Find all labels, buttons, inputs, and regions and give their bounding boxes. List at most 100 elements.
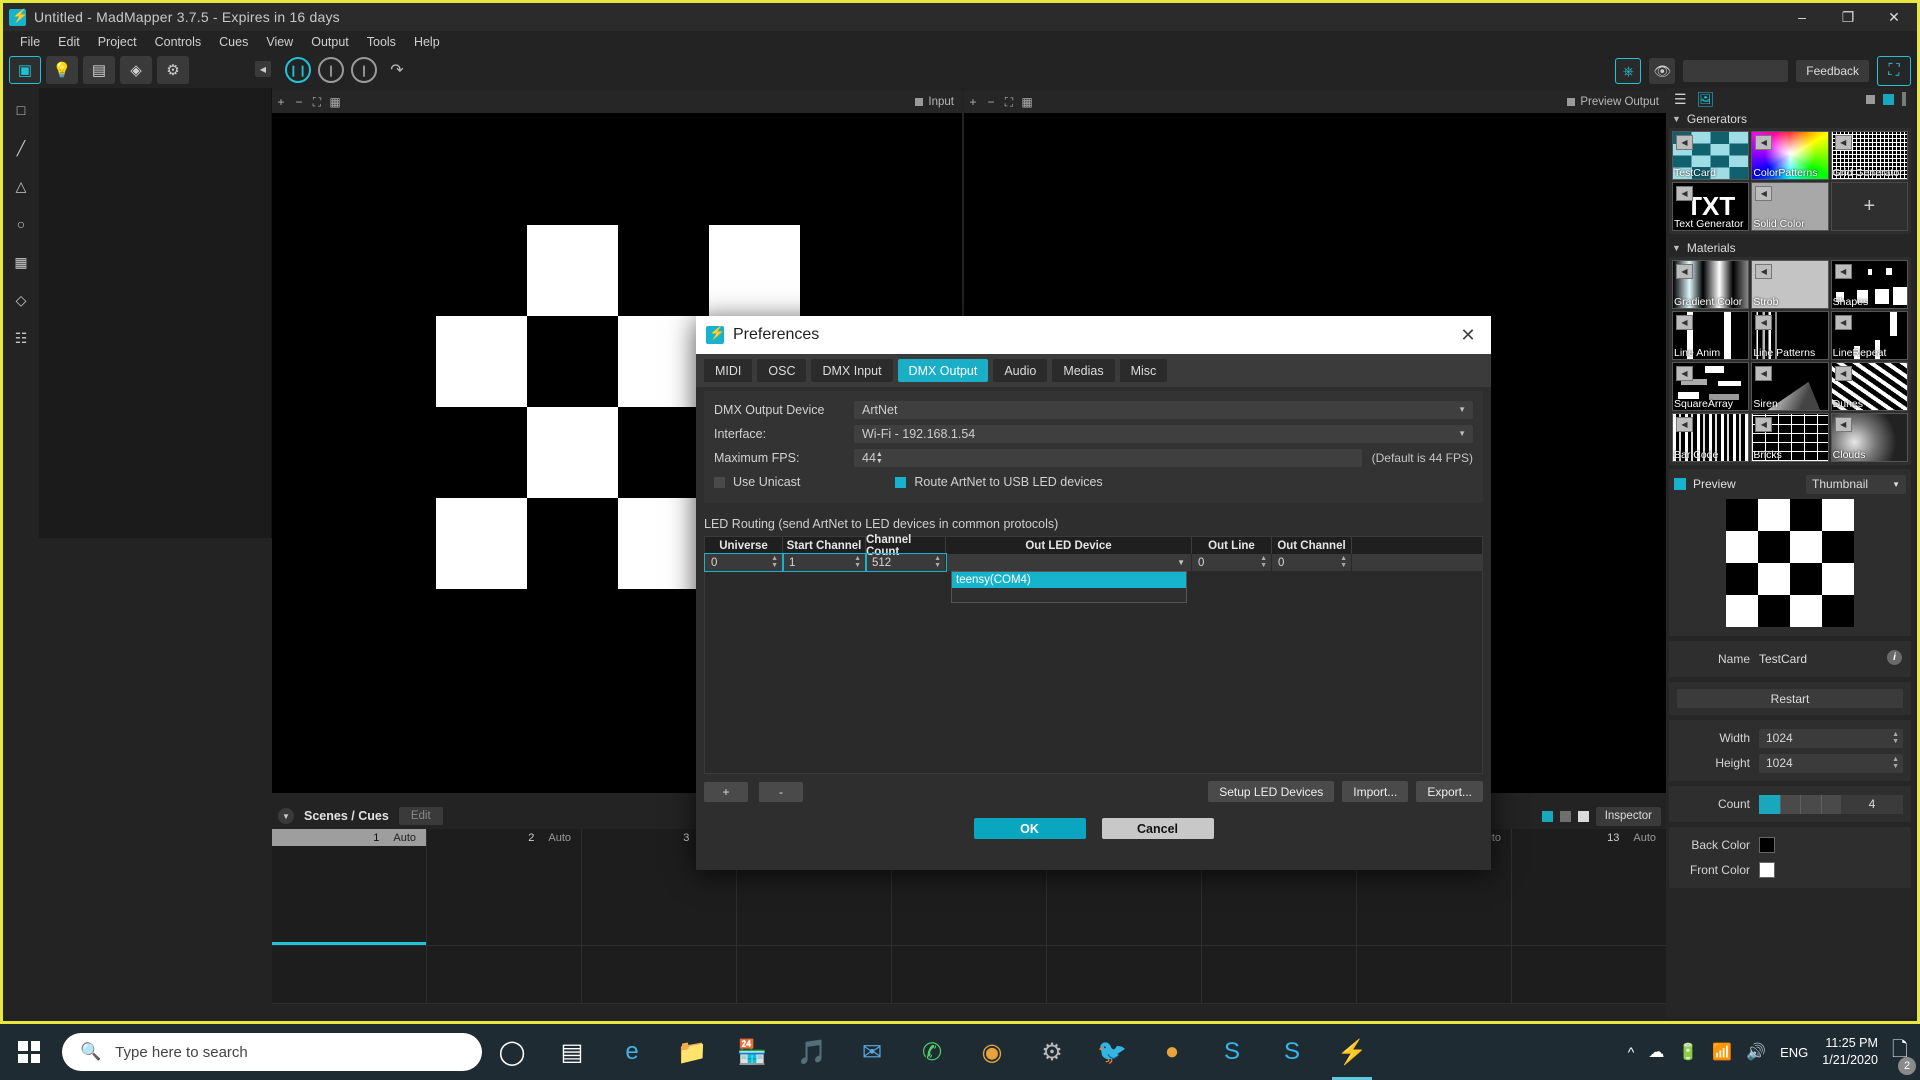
restart-button[interactable]: Restart: [1677, 689, 1903, 708]
snap-icon[interactable]: ⎈: [1615, 58, 1642, 84]
maximize-button[interactable]: ❐: [1825, 3, 1871, 31]
stepper-icon[interactable]: ▲ ▼: [771, 555, 778, 569]
minus-icon[interactable]: −: [290, 91, 308, 113]
play-icon[interactable]: ◀: [1676, 315, 1693, 330]
step-back-icon[interactable]: ❙: [318, 57, 344, 83]
cue-cell[interactable]: [582, 946, 737, 1004]
thumb-squarearray[interactable]: ◀ SquareArray: [1672, 362, 1750, 411]
select-tool-icon[interactable]: □: [9, 98, 33, 122]
stepper-icon[interactable]: ▲ ▼: [854, 555, 861, 569]
thumb-bar-code[interactable]: ◀ Bar Code: [1672, 413, 1750, 462]
feedback-button[interactable]: Feedback: [1796, 60, 1869, 82]
cue-cell[interactable]: [892, 946, 1047, 1004]
cue-cell[interactable]: [272, 846, 427, 946]
minimize-button[interactable]: –: [1779, 3, 1825, 31]
taskbar-search[interactable]: 🔍 Type here to search: [62, 1033, 482, 1071]
output-window-icon[interactable]: ⛶: [1877, 56, 1911, 86]
input-toggle-icon[interactable]: [915, 98, 924, 106]
thumb-gradient-color[interactable]: ◀ Gradient Color: [1672, 260, 1750, 309]
tab-medias[interactable]: Medias: [1052, 359, 1115, 382]
circle-tool-icon[interactable]: ○: [9, 212, 33, 236]
stepper-icon[interactable]: ▲ ▼: [934, 555, 941, 569]
fit-icon[interactable]: ⛶: [308, 91, 326, 113]
stepper-icon[interactable]: ▲ ▼: [1340, 555, 1347, 569]
close-button[interactable]: ✕: [1871, 3, 1917, 31]
play-icon[interactable]: ◀: [1834, 264, 1852, 279]
image-view-icon[interactable]: 🖼: [1697, 91, 1715, 108]
clock[interactable]: 11:25 PM 1/21/2020: [1822, 1035, 1878, 1069]
edit-button[interactable]: Edit: [398, 807, 443, 825]
cell-universe[interactable]: 0 ▲ ▼: [704, 553, 784, 572]
notifications-icon[interactable]: 🗋 2: [1892, 1035, 1916, 1075]
width-input[interactable]: 1024 ▲ ▼: [1759, 728, 1903, 748]
cue-cell[interactable]: [1357, 946, 1512, 1004]
battery-icon[interactable]: 🔋: [1678, 1042, 1698, 1062]
chevron-down-icon[interactable]: ▼: [278, 808, 294, 824]
settings-gear-icon[interactable]: ⚙: [1022, 1024, 1082, 1080]
tab-misc[interactable]: Misc: [1119, 359, 1168, 382]
small-thumb-icon[interactable]: [1866, 94, 1875, 104]
whatsapp-icon[interactable]: ✆: [902, 1024, 962, 1080]
dropdown-option-teensy[interactable]: teensy(COM4): [952, 572, 1186, 588]
interface-select[interactable]: Wi-Fi - 192.168.1.54 ▼: [854, 424, 1473, 443]
cue-cell[interactable]: [1512, 846, 1667, 946]
bird-app-icon[interactable]: 🐦: [1082, 1024, 1142, 1080]
settings-gear-icon[interactable]: ⚙: [157, 56, 189, 84]
cue-cell[interactable]: [272, 946, 427, 1004]
cue-cell[interactable]: [427, 846, 582, 946]
play-icon[interactable]: ◀: [1755, 315, 1773, 330]
eye-icon[interactable]: 👁: [1649, 58, 1676, 84]
step-forward-icon[interactable]: ❙: [351, 57, 377, 83]
menu-output[interactable]: Output: [302, 33, 358, 51]
chevron-down-icon[interactable]: ▼: [1177, 558, 1185, 567]
dmx-device-select[interactable]: ArtNet ▼: [854, 400, 1473, 419]
play-icon[interactable]: ◀: [1676, 264, 1693, 279]
mail-icon[interactable]: ✉: [842, 1024, 902, 1080]
thumb-line-anim[interactable]: ◀ Line Anim: [1672, 311, 1750, 360]
cell-out-channel[interactable]: 0 ▲ ▼: [1272, 554, 1352, 571]
play-icon[interactable]: ◀: [1676, 186, 1693, 201]
fixture-icon[interactable]: ▤: [83, 56, 115, 84]
chrome-icon[interactable]: ◉: [962, 1024, 1022, 1080]
thumb-dunes[interactable]: ◀ Dunes: [1830, 362, 1908, 411]
route-artnet-checkbox[interactable]: [895, 476, 907, 488]
microsoft-store-icon[interactable]: 🏪: [722, 1024, 782, 1080]
tab-dmx-input[interactable]: DMX Input: [811, 359, 893, 382]
cue-cell[interactable]: [1512, 946, 1667, 1004]
cancel-button[interactable]: Cancel: [1101, 818, 1214, 839]
menu-edit[interactable]: Edit: [49, 33, 89, 51]
menu-file[interactable]: File: [11, 33, 49, 51]
thumb-solid-color[interactable]: ◀ Solid Color: [1751, 182, 1829, 231]
thumb-shapes[interactable]: ◀ Shapes: [1830, 260, 1908, 309]
thumb-testcard[interactable]: ◀ TestCard: [1672, 131, 1750, 180]
play-icon[interactable]: ◀: [1755, 135, 1773, 150]
grid-icon[interactable]: ▦: [326, 91, 344, 113]
output-toggle-icon[interactable]: [1567, 98, 1576, 106]
volume-icon[interactable]: 🔊: [1746, 1042, 1766, 1062]
stepper-icon[interactable]: ▲ ▼: [876, 451, 883, 465]
thumb-grid-generator[interactable]: ◀ Grid Generator: [1830, 131, 1908, 180]
play-icon[interactable]: ◀: [1755, 264, 1773, 279]
materials-section-header[interactable]: ▼ Materials: [1666, 239, 1914, 257]
cue-color-white-icon[interactable]: [1577, 810, 1589, 822]
add-item-button[interactable]: +: [1830, 182, 1908, 231]
thumb-strob[interactable]: ◀ Strob: [1751, 260, 1829, 309]
tab-osc[interactable]: OSC: [757, 359, 807, 382]
play-icon[interactable]: ◀: [1834, 417, 1852, 432]
triangle-tool-icon[interactable]: △: [9, 174, 33, 198]
menu-cues[interactable]: Cues: [210, 33, 257, 51]
modules-icon[interactable]: ◈: [120, 56, 152, 84]
wifi-icon[interactable]: 📶: [1712, 1042, 1732, 1062]
light-icon[interactable]: 💡: [46, 56, 78, 84]
pause-icon[interactable]: ❙❙: [285, 57, 311, 83]
menu-view[interactable]: View: [257, 33, 302, 51]
menu-controls[interactable]: Controls: [146, 33, 211, 51]
cell-start-channel[interactable]: 1 ▲ ▼: [782, 553, 867, 572]
setup-led-devices-button[interactable]: Setup LED Devices: [1208, 781, 1335, 802]
output-minus-icon[interactable]: −: [982, 91, 1000, 113]
tab-audio[interactable]: Audio: [993, 359, 1048, 382]
stepper-icon[interactable]: ▲ ▼: [1892, 731, 1899, 745]
cue-color-cyan-icon[interactable]: [1541, 810, 1553, 822]
skype-icon[interactable]: S: [1202, 1024, 1262, 1080]
thumb-clouds[interactable]: ◀ Clouds: [1830, 413, 1908, 462]
